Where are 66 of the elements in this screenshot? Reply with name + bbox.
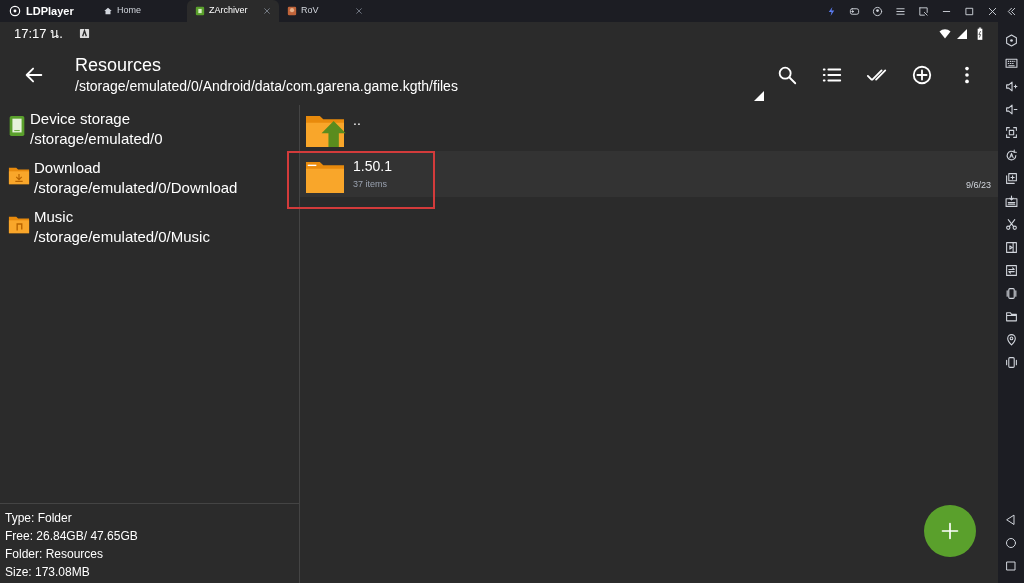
app-icon — [195, 6, 205, 16]
info-line: Folder: Resources — [5, 546, 105, 563]
game-icon — [287, 6, 297, 16]
collapse-icon[interactable] — [1006, 5, 1017, 17]
location-name: Download — [34, 158, 102, 178]
recents-icon[interactable] — [1005, 560, 1017, 572]
screenshot-icon[interactable] — [1004, 126, 1018, 139]
lightning-icon[interactable] — [826, 5, 837, 17]
location-path: /storage/emulated/0/Music — [34, 227, 210, 247]
file-name: 1.50.1 — [353, 157, 392, 175]
multi-window-icon[interactable] — [1004, 172, 1018, 185]
tab[interactable]: RoV — [279, 0, 371, 22]
keyboard-indicator-icon — [78, 28, 90, 39]
sync-icon[interactable] — [1004, 264, 1018, 277]
corner-marker-icon — [754, 91, 764, 101]
tab[interactable]: Home — [95, 0, 187, 22]
location-name: Device storage — [30, 109, 132, 129]
add-button[interactable] — [924, 505, 976, 557]
scissors-icon[interactable] — [1004, 218, 1018, 231]
brand-name: LDPlayer — [26, 3, 74, 19]
home-icon — [103, 6, 113, 16]
storage-icon — [8, 115, 26, 137]
keyboard-icon[interactable] — [1004, 57, 1018, 70]
info-line: Free: 26.84GB/ 47.65GB — [5, 528, 139, 545]
folder-icon[interactable] — [1004, 310, 1018, 323]
file-date: 9/6/23 — [965, 178, 991, 192]
file-name: .. — [353, 111, 361, 129]
install-icon[interactable] — [1004, 195, 1018, 208]
location-name: Music — [34, 207, 75, 227]
close-icon[interactable] — [987, 5, 998, 17]
video-icon[interactable] — [1004, 241, 1018, 254]
battery-icon — [976, 26, 984, 41]
folder-path: /storage/emulated/0/Android/data/com.garena.game.kgth/files — [75, 77, 458, 96]
location-path: /storage/emulated/0 — [30, 129, 163, 149]
item-count: 37 items — [353, 178, 388, 191]
add-circle-icon[interactable] — [911, 64, 933, 86]
settings-icon[interactable] — [1004, 34, 1018, 47]
location-pin-icon[interactable] — [1004, 333, 1018, 346]
home-icon[interactable] — [1005, 537, 1017, 549]
back-icon[interactable] — [1005, 514, 1017, 526]
info-line: Type: Folder — [5, 510, 73, 527]
gamepad-icon[interactable] — [849, 5, 860, 17]
wifi-icon — [938, 27, 952, 40]
status-time: 17:17 น. — [14, 24, 63, 43]
location-path: /storage/emulated/0/Download — [34, 178, 238, 198]
file-row[interactable]: .. — [300, 105, 998, 151]
window-icon[interactable] — [918, 5, 929, 17]
menu-icon[interactable] — [895, 5, 906, 17]
volume-up-icon[interactable] — [1004, 80, 1018, 93]
vibrate-icon[interactable] — [1004, 356, 1018, 369]
plus-icon — [940, 521, 960, 541]
search-icon[interactable] — [776, 64, 798, 86]
location-item[interactable]: Device storage /storage/emulated/0 — [0, 109, 299, 158]
folder-title: Resources — [75, 54, 163, 76]
shake-icon[interactable] — [1004, 287, 1018, 300]
volume-down-icon[interactable] — [1004, 103, 1018, 116]
maximize-icon[interactable] — [964, 5, 975, 17]
file-row[interactable]: 1.50.1 37 items 9/6/23 — [300, 151, 998, 197]
rotate-icon[interactable] — [1004, 149, 1018, 162]
signal-icon — [956, 27, 968, 40]
account-icon[interactable] — [872, 5, 883, 17]
info-line: Size: 173.08MB — [5, 564, 91, 581]
tab[interactable]: ZArchiver — [187, 0, 279, 22]
logo-icon — [8, 4, 22, 18]
location-item[interactable]: Download /storage/emulated/0/Download — [0, 158, 299, 207]
location-item[interactable]: Music /storage/emulated/0/Music — [0, 207, 299, 256]
